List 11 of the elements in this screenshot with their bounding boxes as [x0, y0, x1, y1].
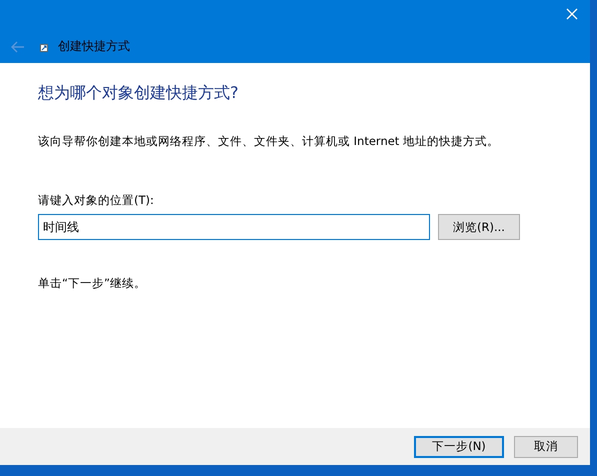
next-button[interactable]: 下一步(N) [414, 436, 504, 458]
close-icon[interactable] [566, 8, 578, 20]
location-field[interactable]: 时间线 [38, 214, 430, 240]
shortcut-icon [40, 44, 48, 52]
window-title: 创建快捷方式 [58, 38, 130, 55]
continue-hint: 单击“下一步”继续。 [38, 276, 147, 291]
cancel-button[interactable]: 取消 [514, 436, 578, 458]
browse-button[interactable]: 浏览(R)... [438, 214, 520, 240]
wizard-description: 该向导帮你创建本地或网络程序、文件、文件夹、计算机或 Internet 地址的快捷方式。 [38, 134, 500, 149]
wizard-heading: 想为哪个对象创建快捷方式? [38, 83, 240, 104]
location-label: 请键入对象的位置(T): [38, 193, 155, 208]
